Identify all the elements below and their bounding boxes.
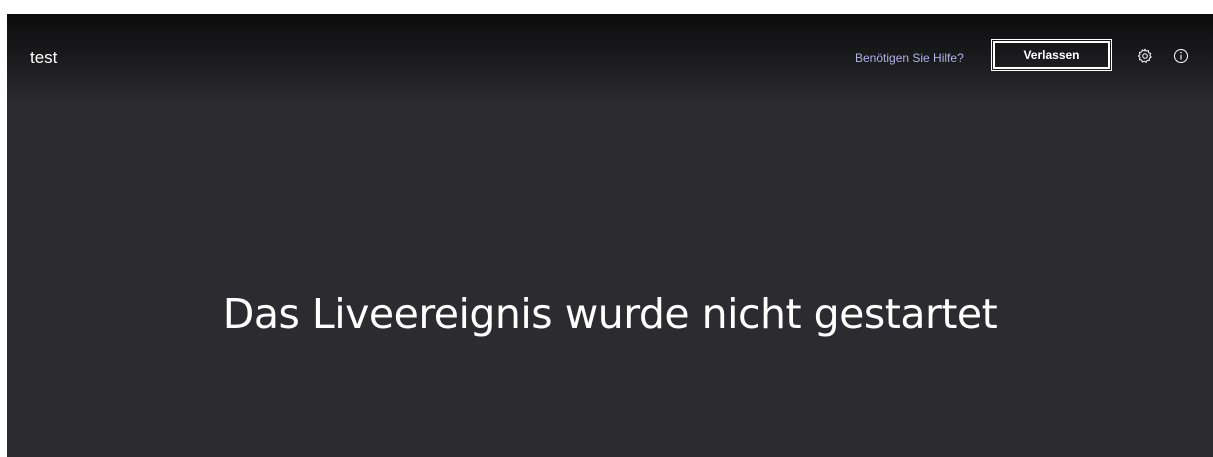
gear-icon bbox=[1137, 48, 1152, 63]
settings-button[interactable] bbox=[1136, 47, 1154, 65]
leave-button[interactable]: Verlassen bbox=[991, 39, 1112, 71]
info-icon bbox=[1174, 49, 1188, 63]
live-event-viewer: test Benötigen Sie Hilfe? Verlassen Das … bbox=[7, 14, 1213, 457]
event-title: test bbox=[30, 48, 58, 67]
top-bar: test Benötigen Sie Hilfe? Verlassen bbox=[7, 14, 1213, 104]
help-link[interactable]: Benötigen Sie Hilfe? bbox=[855, 50, 964, 66]
info-button[interactable] bbox=[1172, 47, 1190, 65]
event-status-message: Das Liveereignis wurde nicht gestartet bbox=[222, 290, 998, 338]
